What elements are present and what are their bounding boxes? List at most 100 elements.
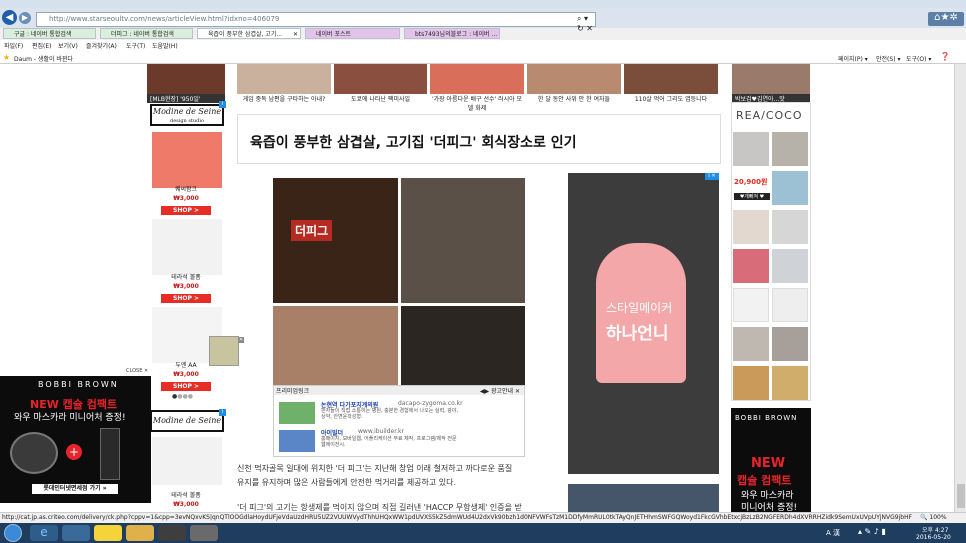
clock-date[interactable]: 2016-05-20 bbox=[916, 534, 951, 541]
ad-url-1[interactable]: dacapo-zygoma.co.kr bbox=[398, 400, 463, 407]
help-icon[interactable]: ❓ bbox=[940, 52, 950, 61]
thumb-left-caption[interactable]: [MLB현장] '950일' bbox=[147, 94, 225, 103]
thumb-2[interactable] bbox=[334, 64, 427, 94]
home-star-gear-icons[interactable]: ⌂★✲ bbox=[928, 12, 964, 26]
thumb-caption-1[interactable]: 게임 중독 남편을 구타하는 아내? bbox=[237, 94, 331, 103]
fashion-thumb-7[interactable] bbox=[772, 249, 808, 283]
system-tray-icons[interactable]: ▴ ✎ ♪ ▮ bbox=[858, 527, 886, 536]
tab-article-active[interactable]: 육즙이 풍부한 삼겹살, 고기... ✕ bbox=[197, 28, 301, 39]
tab-google[interactable]: 구글 : 네이버 통합검색 bbox=[3, 28, 96, 39]
scrollbar-thumb[interactable] bbox=[957, 484, 965, 508]
thumb-caption-5[interactable]: 110살 먹어 그리도 엽등니다 bbox=[624, 94, 718, 103]
ie-taskbar-icon[interactable]: e bbox=[30, 525, 58, 541]
shop-button-1[interactable]: SHOP > bbox=[161, 206, 211, 215]
menu-favorites[interactable]: 즐겨찾기(A) bbox=[86, 41, 117, 50]
fashion-thumb-8[interactable] bbox=[733, 288, 769, 322]
product-name-2[interactable]: 테라석 볼폼 bbox=[150, 272, 222, 281]
thumb-4[interactable] bbox=[527, 64, 621, 94]
tab-naver-post[interactable]: 네이버 포스트 bbox=[305, 28, 400, 39]
bobbi-brown-right-ad[interactable]: BOBBI BROWN NEW 캡슐 컴팩트 와우 마스카라 미니어처 증정! bbox=[731, 408, 811, 512]
fashion-thumb-5[interactable] bbox=[772, 210, 808, 244]
safety-menu[interactable]: 안전(S) ▾ bbox=[876, 54, 900, 63]
start-button-icon[interactable] bbox=[4, 524, 22, 542]
search-dropdown-icon[interactable]: ⌕ ▾ ↻ ✕ bbox=[577, 14, 595, 33]
media-taskbar-icon[interactable] bbox=[62, 525, 90, 541]
favorite-daum[interactable]: Daum - 생활이 바뀐다 bbox=[14, 54, 73, 63]
thumb-5[interactable] bbox=[624, 64, 718, 94]
fashion-thumb-11[interactable] bbox=[772, 327, 808, 361]
product-image-1[interactable] bbox=[152, 132, 222, 188]
close-label[interactable]: CLOSE ✕ bbox=[126, 368, 148, 374]
tab-close-icon[interactable]: ✕ bbox=[293, 29, 298, 38]
tools-menu[interactable]: 도구(O) ▾ bbox=[906, 54, 931, 63]
product-image-4[interactable] bbox=[152, 437, 222, 485]
thumb-3[interactable] bbox=[430, 64, 524, 94]
reacoco-label: ♥개빠져 ♥ bbox=[734, 193, 770, 200]
floating-thumb[interactable] bbox=[209, 336, 239, 366]
thumb-left[interactable] bbox=[147, 64, 225, 94]
ad-url-2[interactable]: www.ibuilder.kr bbox=[358, 428, 404, 435]
left-brand-logo-2[interactable]: Modine de Seine bbox=[150, 410, 224, 432]
menu-help[interactable]: 도움말(H) bbox=[152, 41, 178, 50]
fashion-thumb-4[interactable] bbox=[733, 210, 769, 244]
left-brand-logo[interactable]: Modine de Seine design studio bbox=[150, 104, 224, 126]
fashion-thumb-10[interactable] bbox=[733, 327, 769, 361]
back-button-icon[interactable]: ◀ bbox=[2, 10, 17, 25]
thumb-caption-4[interactable]: 한 달 동안 사위 안 한 여자들 bbox=[527, 94, 621, 103]
product-name-4[interactable]: 테라석 볼폼 bbox=[150, 490, 222, 499]
tab-blog[interactable]: bts7493님의블로그 : 네이버 ... bbox=[404, 28, 500, 39]
menu-tools[interactable]: 도구(T) bbox=[126, 41, 145, 50]
article-paragraph-2: 유지를 유지하며 많은 사람들에게 안전한 먹거리를 제공하고 있다. bbox=[237, 478, 457, 487]
ad-thumb-2[interactable] bbox=[279, 430, 315, 452]
menu-view[interactable]: 보기(V) bbox=[58, 41, 78, 50]
page-menu[interactable]: 페이지(P) ▾ bbox=[838, 54, 868, 63]
side-ad-info-icon[interactable]: i ✕ bbox=[705, 173, 719, 180]
address-bar[interactable]: http://www.starseoultv.com/news/articleV… bbox=[36, 12, 596, 33]
clock-time[interactable]: 오후 4:27 bbox=[922, 525, 948, 534]
zoom-level[interactable]: 🔍 100% bbox=[920, 514, 947, 521]
bobbi-brown-popup[interactable]: BOBBI BROWN NEW 캡슐 컴팩트 와우 마스카라 미니어처 증정! … bbox=[0, 376, 151, 503]
thumb-caption-2[interactable]: 도쿄에 나타난 팩미사일 bbox=[334, 94, 427, 103]
side-fashion-ad[interactable]: 스타일메이커 하나언니 bbox=[568, 173, 719, 474]
floating-thumb-close-icon[interactable]: ✕ bbox=[238, 337, 244, 343]
popup-logo: BOBBI BROWN bbox=[38, 380, 119, 389]
shop-button-3[interactable]: SHOP > bbox=[161, 382, 211, 391]
mascara-product bbox=[100, 428, 120, 480]
thumb-caption-3[interactable]: '가장 아름다운 배구 선수' 러시아 모델 화제 bbox=[430, 94, 524, 112]
vertical-scrollbar[interactable] bbox=[954, 64, 966, 512]
product-image-2[interactable] bbox=[152, 219, 222, 275]
menu-file[interactable]: 파일(F) bbox=[4, 41, 23, 50]
shop-button-2[interactable]: SHOP > bbox=[161, 294, 211, 303]
bobbi-right-sample: 미니어처 증정! bbox=[741, 503, 798, 512]
fashion-thumb-6[interactable] bbox=[733, 249, 769, 283]
menu-edit[interactable]: 편집(E) bbox=[32, 41, 52, 50]
product-price-1: ₩3,000 bbox=[173, 195, 199, 202]
carousel-dots[interactable]: ●●●● bbox=[172, 393, 193, 400]
thumb-right[interactable] bbox=[732, 64, 810, 94]
bobbi-right-compact: 캡슐 컴팩트 bbox=[737, 474, 792, 487]
forward-button-icon[interactable]: ▶ bbox=[19, 12, 31, 24]
favorites-star-icon[interactable]: ★ bbox=[3, 53, 10, 62]
product-name-1[interactable]: 퀘씨팜크 bbox=[150, 184, 222, 193]
ime-indicator[interactable]: A 漢 bbox=[826, 528, 840, 538]
tab-thepig-search[interactable]: 더피그 : 네이버 통합검색 bbox=[100, 28, 193, 39]
ad-info-icon[interactable]: i bbox=[219, 101, 226, 108]
fashion-thumb-3[interactable] bbox=[772, 171, 808, 205]
photo-restaurant-sign[interactable]: 더피그 bbox=[273, 178, 398, 303]
fashion-thumb-12[interactable] bbox=[733, 366, 769, 400]
fashion-thumb-2[interactable] bbox=[772, 132, 808, 166]
side-ad-bottom-thumb[interactable] bbox=[568, 484, 719, 512]
app-taskbar-icon-2[interactable] bbox=[190, 525, 218, 541]
photo-grill[interactable] bbox=[401, 178, 525, 303]
app-taskbar-icon-1[interactable] bbox=[158, 525, 186, 541]
ad-thumb-1[interactable] bbox=[279, 402, 315, 424]
fashion-thumb-13[interactable] bbox=[772, 366, 808, 400]
fashion-thumb-1[interactable] bbox=[733, 132, 769, 166]
premium-link-ad: 프리미엄링크 ◀▶ 광고안내 ✕ 논현역 다가포지게의원 dacapo-zygo… bbox=[273, 385, 525, 457]
folder-taskbar-icon[interactable] bbox=[126, 525, 154, 541]
kakao-taskbar-icon[interactable] bbox=[94, 525, 122, 541]
thumb-1[interactable] bbox=[237, 64, 331, 94]
ad-info-icon-2[interactable]: i bbox=[219, 409, 226, 416]
popup-cta-button[interactable]: 롯데인터넷면세점 가기 » bbox=[32, 484, 118, 494]
fashion-thumb-9[interactable] bbox=[772, 288, 808, 322]
